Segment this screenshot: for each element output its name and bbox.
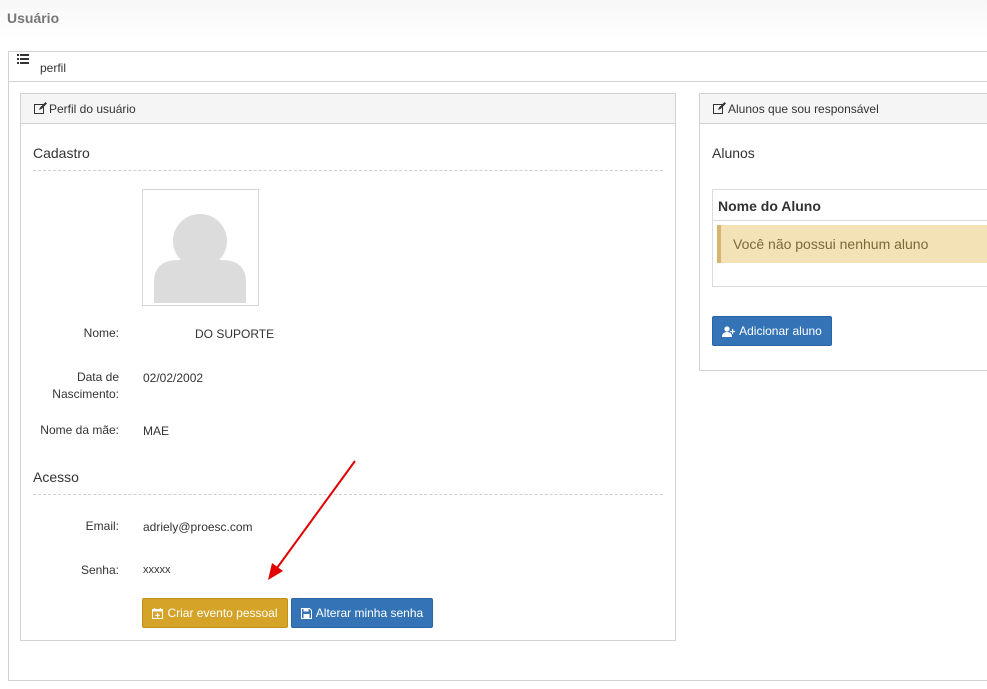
alterar-senha-button[interactable]: Alterar minha senha bbox=[291, 598, 433, 628]
nome-label: Nome: bbox=[83, 326, 119, 340]
senha-label: Senha: bbox=[80, 563, 119, 577]
edit-icon bbox=[713, 102, 726, 114]
nome-value: DO SUPORTE bbox=[195, 327, 275, 341]
avatar bbox=[142, 189, 259, 306]
add-student-label: Adicionar aluno bbox=[739, 324, 822, 338]
floppy-disk-icon bbox=[300, 607, 312, 619]
criar-evento-button[interactable]: Criar evento pessoal bbox=[142, 598, 288, 628]
alunos-heading: Alunos bbox=[712, 145, 755, 161]
senha-value: xxxxx bbox=[143, 564, 171, 576]
tab-perfil[interactable]: perfil bbox=[40, 61, 66, 75]
add-student-button[interactable]: Adicionar aluno bbox=[712, 316, 832, 346]
cadastro-heading: Cadastro bbox=[33, 145, 90, 161]
user-silhouette-icon bbox=[154, 214, 246, 303]
user-profile-panel-title: Perfil do usuário bbox=[49, 102, 136, 116]
table-header-divider bbox=[713, 220, 987, 221]
nascimento-value: 02/02/2002 bbox=[143, 371, 204, 385]
mae-label: Nome da mãe: bbox=[40, 423, 119, 437]
page-title: Usuário bbox=[7, 10, 60, 26]
students-table: Nome do Aluno Você não possui nenhum alu… bbox=[712, 189, 987, 287]
students-panel-title: Alunos que sou responsável bbox=[728, 102, 879, 116]
students-panel-header: Alunos que sou responsável bbox=[700, 94, 987, 124]
profile-tab-header: perfil bbox=[9, 52, 987, 82]
acesso-divider bbox=[33, 494, 663, 495]
empty-students-message: Você não possui nenhum aluno bbox=[733, 236, 929, 252]
email-value: adriely@proesc.com bbox=[143, 520, 253, 534]
mae-value: MAE bbox=[143, 424, 170, 438]
table-header-nome-do-aluno: Nome do Aluno bbox=[718, 198, 821, 214]
criar-evento-label: Criar evento pessoal bbox=[167, 606, 278, 620]
user-plus-icon bbox=[722, 325, 736, 337]
cadastro-divider bbox=[33, 170, 663, 171]
user-profile-panel: Perfil do usuário Cadastro Nome: DO SUPO… bbox=[20, 93, 676, 641]
empty-students-alert: Você não possui nenhum aluno bbox=[717, 225, 987, 263]
user-profile-panel-header: Perfil do usuário bbox=[21, 94, 675, 124]
acesso-heading: Acesso bbox=[33, 469, 79, 485]
students-panel: Alunos que sou responsável Alunos Nome d… bbox=[699, 93, 987, 371]
calendar-plus-icon bbox=[152, 607, 164, 619]
page-header: Usuário bbox=[0, 0, 987, 40]
edit-icon bbox=[34, 102, 47, 114]
nascimento-label: Data de Nascimento: bbox=[52, 370, 119, 401]
email-label: Email: bbox=[85, 519, 119, 533]
alterar-senha-label: Alterar minha senha bbox=[315, 606, 424, 620]
list-icon bbox=[17, 54, 29, 64]
